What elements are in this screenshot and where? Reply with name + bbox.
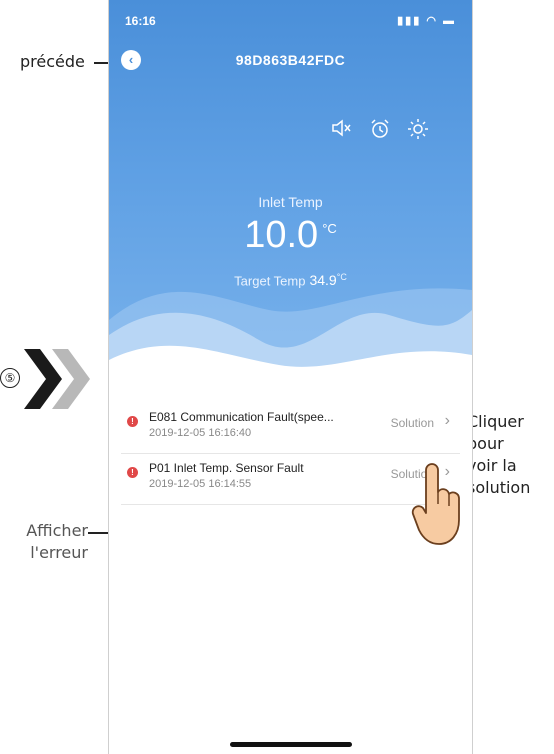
error-icon: ! bbox=[127, 467, 138, 478]
sun-icon[interactable] bbox=[407, 118, 429, 146]
phone-screen: 16:16 ▮▮▮ ◠ ▬ ‹ 98D863B42FDC Inlet Temp … bbox=[108, 0, 473, 754]
click-line2: pour bbox=[467, 434, 504, 453]
show-error-line1: Afficher bbox=[26, 521, 88, 540]
inlet-temp-label: Inlet Temp bbox=[258, 194, 323, 210]
wave-decoration bbox=[109, 288, 472, 392]
click-line3: voir la bbox=[467, 456, 517, 475]
status-bar: 16:16 ▮▮▮ ◠ ▬ bbox=[125, 14, 456, 32]
inlet-temp-unit: °C bbox=[322, 221, 337, 237]
click-line4: solution bbox=[467, 478, 531, 497]
step-number: ⑤ bbox=[0, 368, 20, 388]
solution-link[interactable]: Solution bbox=[391, 416, 434, 430]
chevron-right-icon[interactable]: › bbox=[445, 412, 450, 430]
pointing-hand-icon bbox=[411, 463, 460, 545]
inlet-temp-number: 10.0 bbox=[244, 214, 319, 256]
fault-name: E081 Communication Fault(spee... bbox=[149, 410, 334, 424]
click-solution-annotation: Cliquer pour voir la solution bbox=[467, 411, 530, 499]
show-error-line2: l'erreur bbox=[30, 543, 88, 562]
fault-row[interactable]: ! E081 Communication Fault(spee... 2019-… bbox=[121, 403, 460, 454]
error-icon: ! bbox=[127, 416, 138, 427]
inlet-temp-value: 10.0 °C bbox=[109, 214, 472, 257]
back-annotation-label: précéde bbox=[20, 52, 85, 71]
mute-icon[interactable] bbox=[331, 118, 353, 144]
status-time: 16:16 bbox=[125, 14, 156, 28]
fault-name: P01 Inlet Temp. Sensor Fault bbox=[149, 461, 304, 475]
next-step-arrow-icon bbox=[24, 349, 90, 409]
click-line1: Cliquer bbox=[467, 412, 524, 431]
home-indicator[interactable] bbox=[230, 742, 352, 747]
fault-time: 2019-12-05 16:14:55 bbox=[149, 478, 252, 490]
fault-time: 2019-12-05 16:16:40 bbox=[149, 427, 252, 439]
device-id-title: 98D863B42FDC bbox=[235, 52, 346, 68]
show-error-annotation: Afficher l'erreur bbox=[26, 520, 88, 564]
status-icons: ▮▮▮ ◠ ▬ bbox=[397, 15, 456, 27]
alarm-clock-icon[interactable] bbox=[369, 118, 391, 146]
temperature-panel: 16:16 ▮▮▮ ◠ ▬ ‹ 98D863B42FDC Inlet Temp … bbox=[109, 0, 472, 392]
